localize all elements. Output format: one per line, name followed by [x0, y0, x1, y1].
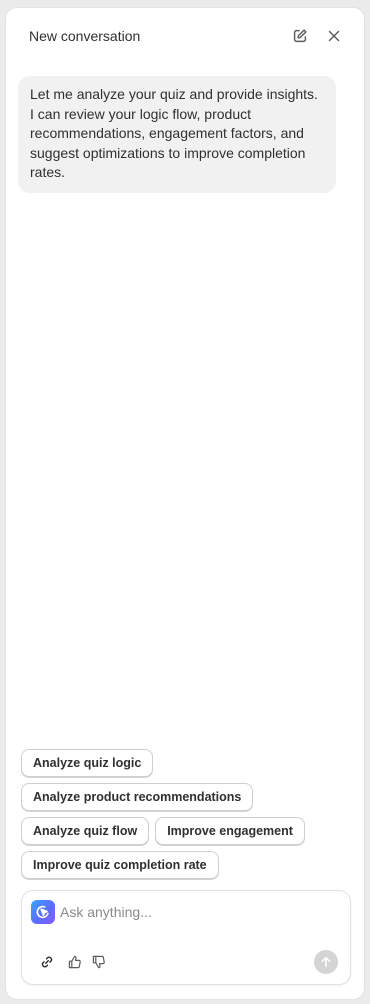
assistant-message: Let me analyze your quiz and provide ins…: [18, 76, 336, 193]
arrow-up-icon: [321, 956, 331, 968]
suggestion-chip[interactable]: Analyze quiz flow: [21, 817, 150, 845]
thumbs-up-icon: [68, 955, 81, 969]
suggestion-chip[interactable]: Analyze product recommendations: [21, 783, 254, 811]
close-icon: [328, 30, 340, 42]
suggestion-chip[interactable]: Improve quiz completion rate: [21, 851, 219, 879]
new-chat-button[interactable]: [286, 22, 314, 50]
panel-header: New conversation: [6, 8, 364, 64]
composer: [21, 890, 351, 985]
ask-input[interactable]: [60, 901, 330, 923]
thumbs-up-button[interactable]: [64, 951, 86, 973]
attach-link-button[interactable]: [36, 951, 58, 973]
suggestion-chip[interactable]: Analyze quiz logic: [21, 749, 154, 777]
suggestion-chip[interactable]: Improve engagement: [155, 817, 305, 845]
thumbs-down-icon: [92, 955, 105, 969]
panel-title: New conversation: [29, 28, 141, 44]
assistant-panel: New conversation Let me analyze your qui…: [5, 7, 365, 1000]
close-button[interactable]: [320, 22, 348, 50]
thumbs-down-button[interactable]: [88, 951, 110, 973]
link-icon: [41, 956, 53, 968]
suggestion-list: Analyze quiz logic Analyze product recom…: [21, 749, 351, 879]
compose-icon: [293, 29, 307, 43]
assistant-logo-icon: [31, 900, 55, 924]
send-button[interactable]: [314, 950, 338, 974]
